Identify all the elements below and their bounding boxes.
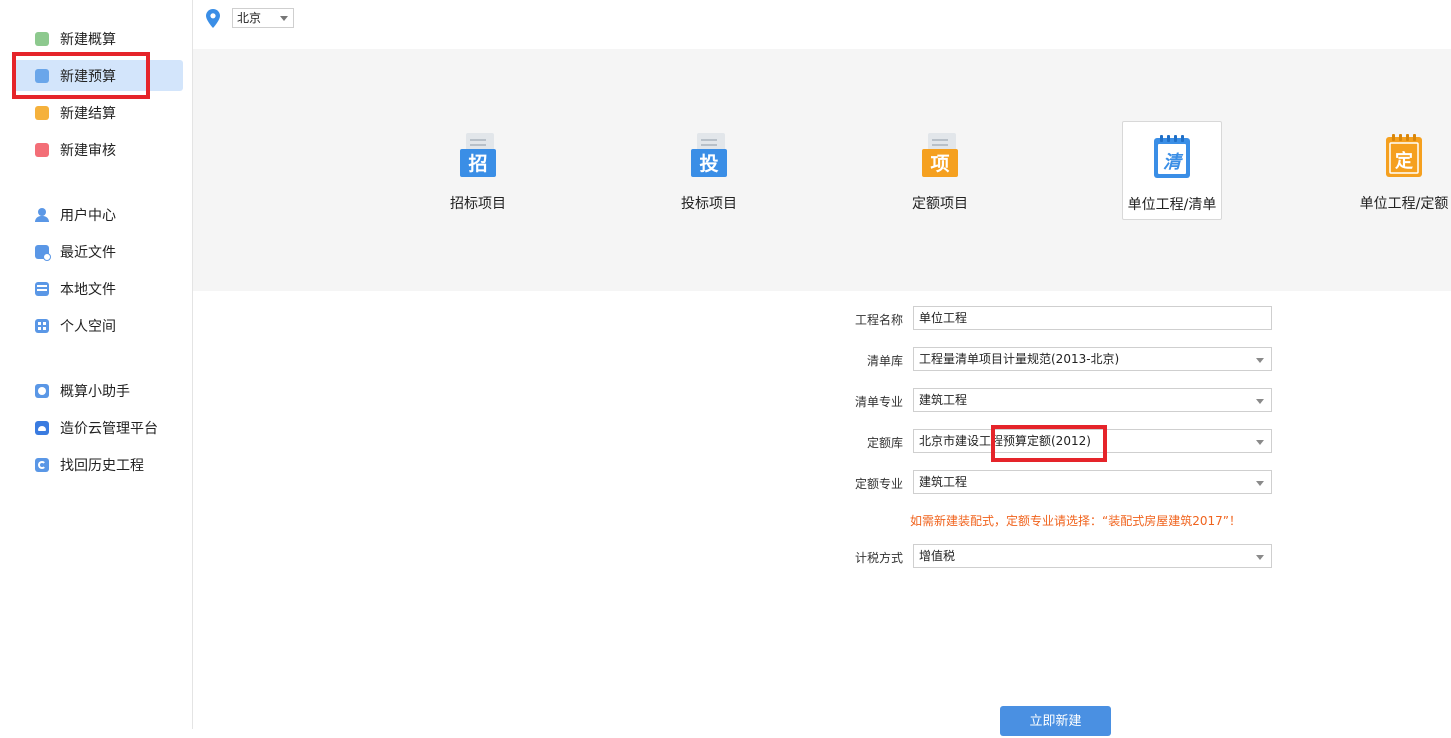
location-pin-icon xyxy=(206,9,220,28)
sidebar-item-new-estimate[interactable]: 新建概算 xyxy=(12,23,183,54)
quota-doc-icon: 项 xyxy=(922,133,958,177)
chevron-down-icon xyxy=(1256,440,1264,445)
project-type-quota[interactable]: 项 定额项目 xyxy=(890,121,990,220)
project-name-value: 单位工程 xyxy=(919,311,968,325)
create-now-button[interactable]: 立即新建 xyxy=(1000,706,1111,736)
doc-glyph: 项 xyxy=(930,153,949,175)
project-type-tender[interactable]: 招 招标项目 xyxy=(428,121,528,220)
chevron-down-icon xyxy=(1256,358,1264,363)
doc-glyph: 投 xyxy=(699,152,718,175)
project-type-label: 定额项目 xyxy=(912,196,968,212)
audit-icon xyxy=(35,142,49,157)
sidebar-item-new-audit[interactable]: 新建审核 xyxy=(12,134,183,165)
settlement-icon xyxy=(35,105,49,120)
prefab-hint: 如需新建装配式，定额专业请选择：“装配式房屋建筑2017”！ xyxy=(910,514,1241,528)
project-type-label: 单位工程/定额 xyxy=(1359,196,1449,212)
sidebar-item-label: 最近文件 xyxy=(60,244,116,261)
sidebar-item-new-settlement[interactable]: 新建结算 xyxy=(12,97,183,128)
bill-specialty-value: 建筑工程 xyxy=(919,393,968,407)
doc-glyph: 招 xyxy=(468,152,487,175)
project-type-unit-bill[interactable]: 清 单位工程/清单 xyxy=(1122,121,1222,220)
sidebar-item-label: 用户中心 xyxy=(60,207,116,224)
sidebar: 新建概算 新建预算 新建结算 新建审核 用户中心 最近文件 本地文件 个人空间 … xyxy=(0,0,193,729)
project-name-label: 工程名称 xyxy=(854,313,903,327)
project-type-label: 单位工程/清单 xyxy=(1127,197,1217,213)
chevron-down-icon xyxy=(280,16,288,21)
project-type-label: 投标项目 xyxy=(681,196,737,212)
city-select[interactable]: 北京 xyxy=(232,8,294,28)
budget-icon xyxy=(35,68,49,83)
tax-method-value: 增值税 xyxy=(919,549,956,563)
project-name-input[interactable]: 单位工程 xyxy=(913,306,1272,330)
tax-method-select[interactable]: 增值税 xyxy=(913,544,1272,568)
bill-library-label: 清单库 xyxy=(866,354,903,368)
chevron-down-icon xyxy=(1256,481,1264,486)
local-files-icon xyxy=(35,281,49,296)
city-select-value: 北京 xyxy=(237,11,262,25)
notepad-orange-icon: 定 xyxy=(1386,134,1422,177)
quota-library-value: 北京市建设工程预算定额(2012) xyxy=(919,434,1091,448)
cloud-platform-icon xyxy=(35,420,49,435)
notepad-blue-icon: 清 xyxy=(1154,135,1190,178)
bill-specialty-select[interactable]: 建筑工程 xyxy=(913,388,1272,412)
user-icon xyxy=(35,207,49,222)
sidebar-item-estimate-assistant[interactable]: 概算小助手 xyxy=(12,375,183,406)
project-type-label: 招标项目 xyxy=(450,196,506,212)
sidebar-item-recover-history[interactable]: 找回历史工程 xyxy=(12,449,183,480)
personal-space-icon xyxy=(35,318,49,333)
quota-library-label: 定额库 xyxy=(866,436,903,450)
sidebar-item-label: 概算小助手 xyxy=(60,383,130,400)
sidebar-item-label: 找回历史工程 xyxy=(60,457,144,474)
chevron-down-icon xyxy=(1256,555,1264,560)
sidebar-item-local-files[interactable]: 本地文件 xyxy=(12,273,183,304)
sidebar-item-label: 造价云管理平台 xyxy=(60,420,158,437)
sidebar-item-label: 个人空间 xyxy=(60,318,116,335)
sidebar-item-label: 新建审核 xyxy=(60,142,116,159)
tax-method-label: 计税方式 xyxy=(854,551,903,565)
quota-specialty-select[interactable]: 建筑工程 xyxy=(913,470,1272,494)
sidebar-item-label: 新建预算 xyxy=(60,68,116,85)
sidebar-item-user-center[interactable]: 用户中心 xyxy=(12,199,183,230)
recent-files-icon xyxy=(35,244,51,261)
quota-library-select[interactable]: 北京市建设工程预算定额(2012) xyxy=(913,429,1272,453)
bill-library-select[interactable]: 工程量清单项目计量规范(2013-北京) xyxy=(913,347,1272,371)
sidebar-item-recent-files[interactable]: 最近文件 xyxy=(12,236,183,267)
bill-specialty-label: 清单专业 xyxy=(854,395,903,409)
estimate-icon xyxy=(35,31,49,46)
sidebar-item-cloud-platform[interactable]: 造价云管理平台 xyxy=(12,412,183,443)
quota-specialty-label: 定额专业 xyxy=(854,477,903,491)
quota-specialty-value: 建筑工程 xyxy=(919,475,968,489)
sidebar-item-label: 本地文件 xyxy=(60,281,116,298)
bill-library-value: 工程量清单项目计量规范(2013-北京) xyxy=(919,352,1120,366)
bid-doc-icon: 投 xyxy=(691,133,727,177)
project-type-unit-quota[interactable]: 定 单位工程/定额 xyxy=(1354,121,1451,220)
project-type-band: 招 招标项目 投 投标项目 项 定额项目 清 单位工程/清单 定 单位工程/定额 xyxy=(193,49,1451,291)
chevron-down-icon xyxy=(1256,399,1264,404)
history-icon xyxy=(35,457,49,472)
doc-glyph: 清 xyxy=(1163,152,1184,173)
assistant-icon xyxy=(35,383,49,398)
doc-glyph: 定 xyxy=(1395,150,1413,172)
sidebar-item-personal-space[interactable]: 个人空间 xyxy=(12,310,183,341)
sidebar-item-label: 新建结算 xyxy=(60,105,116,122)
sidebar-item-new-budget[interactable]: 新建预算 xyxy=(12,60,183,91)
tender-doc-icon: 招 xyxy=(460,133,496,177)
sidebar-item-label: 新建概算 xyxy=(60,31,116,48)
project-type-bid[interactable]: 投 投标项目 xyxy=(659,121,759,220)
